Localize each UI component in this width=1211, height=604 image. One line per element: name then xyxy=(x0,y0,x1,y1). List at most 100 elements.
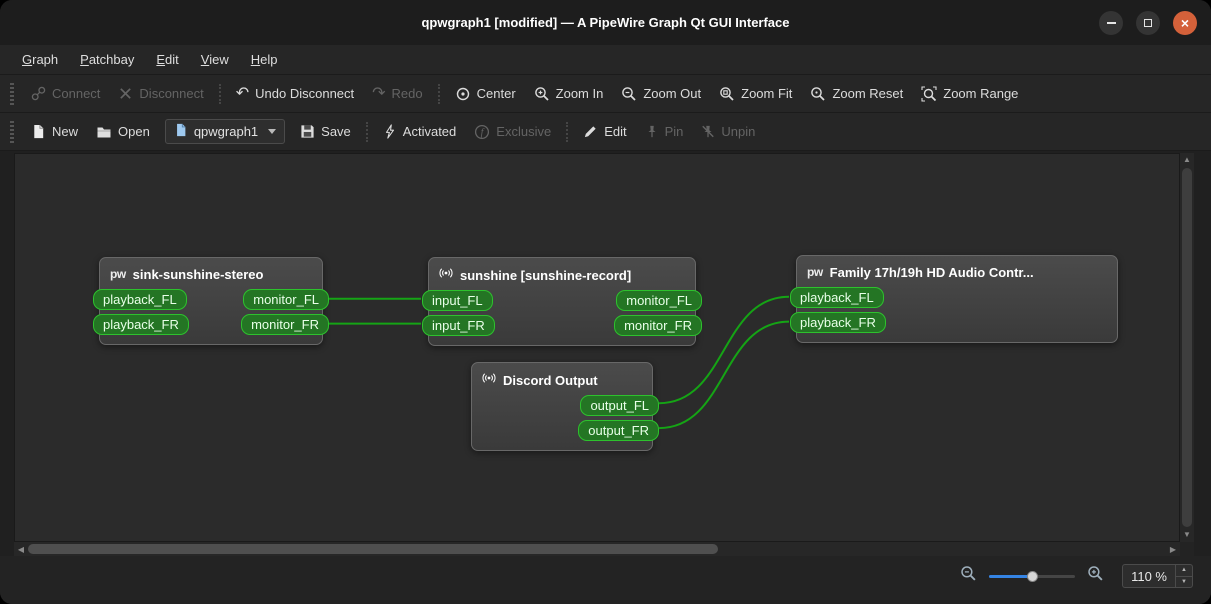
menu-edit[interactable]: Edit xyxy=(148,48,186,71)
redo-button[interactable]: ↷ Redo xyxy=(363,81,431,106)
svg-text:f: f xyxy=(481,127,485,138)
zoom-out-button[interactable]: Zoom Out xyxy=(612,81,710,107)
node-title: sunshine [sunshine-record] xyxy=(460,267,632,283)
connection-wires xyxy=(328,295,790,430)
menu-help[interactable]: Help xyxy=(243,48,286,71)
redo-label: Redo xyxy=(391,86,423,101)
exclusive-icon: f xyxy=(474,124,490,140)
port-playback-fl[interactable]: playback_FL xyxy=(790,287,884,308)
open-label: Open xyxy=(118,124,150,139)
port-playback-fr[interactable]: playback_FR xyxy=(93,314,189,335)
toolbar-drag-handle[interactable] xyxy=(10,120,14,143)
connect-button[interactable]: Connect xyxy=(22,81,109,106)
menubar: Graph Patchbay Edit View Help xyxy=(0,45,1211,75)
edit-button[interactable]: Edit xyxy=(574,119,635,144)
save-button[interactable]: Save xyxy=(291,119,360,144)
menu-patchbay[interactable]: Patchbay xyxy=(72,48,142,71)
maximize-button[interactable] xyxy=(1136,10,1160,35)
center-icon xyxy=(455,86,471,102)
port-monitor-fr[interactable]: monitor_FR xyxy=(241,314,329,335)
horizontal-scroll-thumb[interactable] xyxy=(28,544,718,554)
new-file-icon xyxy=(31,124,46,139)
zoom-spinbox[interactable]: 110 % ▲ ▼ xyxy=(1122,564,1193,588)
pin-button[interactable]: Pin xyxy=(636,119,693,144)
titlebar[interactable]: qpwgraph1 [modified] — A PipeWire Graph … xyxy=(0,0,1211,45)
zoom-range-button[interactable]: Zoom Range xyxy=(912,81,1027,107)
port-input-fr[interactable]: input_FR xyxy=(422,315,495,336)
port-output-fl[interactable]: output_FL xyxy=(580,395,659,416)
zoom-value[interactable]: 110 % xyxy=(1123,565,1175,587)
port-monitor-fl[interactable]: monitor_FL xyxy=(616,290,702,311)
scroll-left-arrow[interactable]: ◀ xyxy=(14,545,28,554)
new-label: New xyxy=(52,124,79,139)
scroll-up-arrow[interactable]: ▲ xyxy=(1183,153,1191,167)
toolbar-separator xyxy=(437,83,440,104)
toolbar-separator xyxy=(365,121,368,142)
zoom-spin-up-button[interactable]: ▲ xyxy=(1176,565,1192,577)
scrollbar-corner xyxy=(1180,542,1194,556)
session-combo[interactable]: qpwgraph1 xyxy=(164,119,286,144)
activated-label: Activated xyxy=(402,124,457,139)
node-title: Family 17h/19h HD Audio Contr... xyxy=(829,265,1034,280)
app-window: qpwgraph1 [modified] — A PipeWire Graph … xyxy=(0,0,1211,604)
zoom-fit-button[interactable]: Zoom Fit xyxy=(710,81,801,107)
zoom-in-icon[interactable] xyxy=(1087,565,1104,587)
graph-canvas[interactable]: pw sink-sunshine-stereo playback_FL moni… xyxy=(14,153,1180,542)
activated-button[interactable]: Activated xyxy=(374,119,465,144)
node-sunshine-record[interactable]: sunshine [sunshine-record] input_FL moni… xyxy=(422,257,702,346)
close-button[interactable]: × xyxy=(1173,10,1197,35)
menu-view[interactable]: View xyxy=(193,48,237,71)
zoom-spin-down-button[interactable]: ▼ xyxy=(1176,577,1192,588)
vertical-scroll-thumb[interactable] xyxy=(1182,168,1192,527)
pin-label: Pin xyxy=(664,124,684,139)
exclusive-button[interactable]: f Exclusive xyxy=(465,119,560,145)
zoom-fit-label: Zoom Fit xyxy=(741,86,793,101)
node-sink-sunshine-stereo[interactable]: pw sink-sunshine-stereo playback_FL moni… xyxy=(93,257,329,345)
stream-icon xyxy=(482,371,496,389)
vertical-scrollbar[interactable]: ▲ ▼ xyxy=(1180,153,1194,542)
zoom-in-button[interactable]: Zoom In xyxy=(525,81,613,107)
minimize-button[interactable] xyxy=(1099,10,1123,35)
disconnect-icon xyxy=(118,86,133,101)
unpin-button[interactable]: Unpin xyxy=(692,119,764,144)
zoom-reset-label: Zoom Reset xyxy=(832,86,904,101)
port-output-fr[interactable]: output_FR xyxy=(578,420,659,441)
port-monitor-fr[interactable]: monitor_FR xyxy=(614,315,702,336)
toolbar-file: New Open qpwgraph1 Save Activated f Excl… xyxy=(0,113,1211,151)
port-playback-fr[interactable]: playback_FR xyxy=(790,312,886,333)
zoom-range-icon xyxy=(921,85,937,102)
port-playback-fl[interactable]: playback_FL xyxy=(93,289,187,310)
center-button[interactable]: Center xyxy=(446,81,525,107)
menu-graph[interactable]: Graph xyxy=(14,48,66,71)
zoom-out-icon[interactable] xyxy=(960,565,977,587)
port-monitor-fl[interactable]: monitor_FL xyxy=(243,289,329,310)
stream-icon xyxy=(439,266,453,284)
zoom-range-label: Zoom Range xyxy=(943,86,1019,101)
zoom-fit-icon xyxy=(719,86,735,102)
zoom-reset-button[interactable]: Zoom Reset xyxy=(801,81,912,107)
horizontal-scrollbar[interactable]: ◀ ▶ xyxy=(14,542,1180,556)
window-title: qpwgraph1 [modified] — A PipeWire Graph … xyxy=(421,15,790,30)
disconnect-label: Disconnect xyxy=(139,86,204,101)
zoom-slider-handle[interactable] xyxy=(1027,571,1039,582)
undo-label: Undo Disconnect xyxy=(255,86,355,101)
unpin-icon xyxy=(701,124,715,139)
node-title: sink-sunshine-stereo xyxy=(132,267,264,282)
zoom-reset-icon xyxy=(810,86,826,102)
zoom-slider[interactable] xyxy=(989,569,1076,583)
scroll-right-arrow[interactable]: ▶ xyxy=(1166,545,1180,554)
open-button[interactable]: Open xyxy=(87,119,159,145)
exclusive-label: Exclusive xyxy=(496,124,552,139)
zoom-slider-fill xyxy=(989,575,1033,578)
node-discord-output[interactable]: Discord Output output_FL output_FR xyxy=(471,362,659,451)
node-title: Discord Output xyxy=(503,372,598,388)
new-button[interactable]: New xyxy=(22,119,87,144)
toolbar-drag-handle[interactable] xyxy=(10,82,14,105)
disconnect-button[interactable]: Disconnect xyxy=(109,81,212,106)
undo-button[interactable]: ↶ Undo Disconnect xyxy=(227,81,363,106)
center-label: Center xyxy=(476,86,516,101)
maximize-icon xyxy=(1144,18,1152,27)
node-family-hd-audio[interactable]: pw Family 17h/19h HD Audio Contr... play… xyxy=(790,255,1118,343)
port-input-fl[interactable]: input_FL xyxy=(422,290,493,311)
scroll-down-arrow[interactable]: ▼ xyxy=(1183,528,1191,542)
